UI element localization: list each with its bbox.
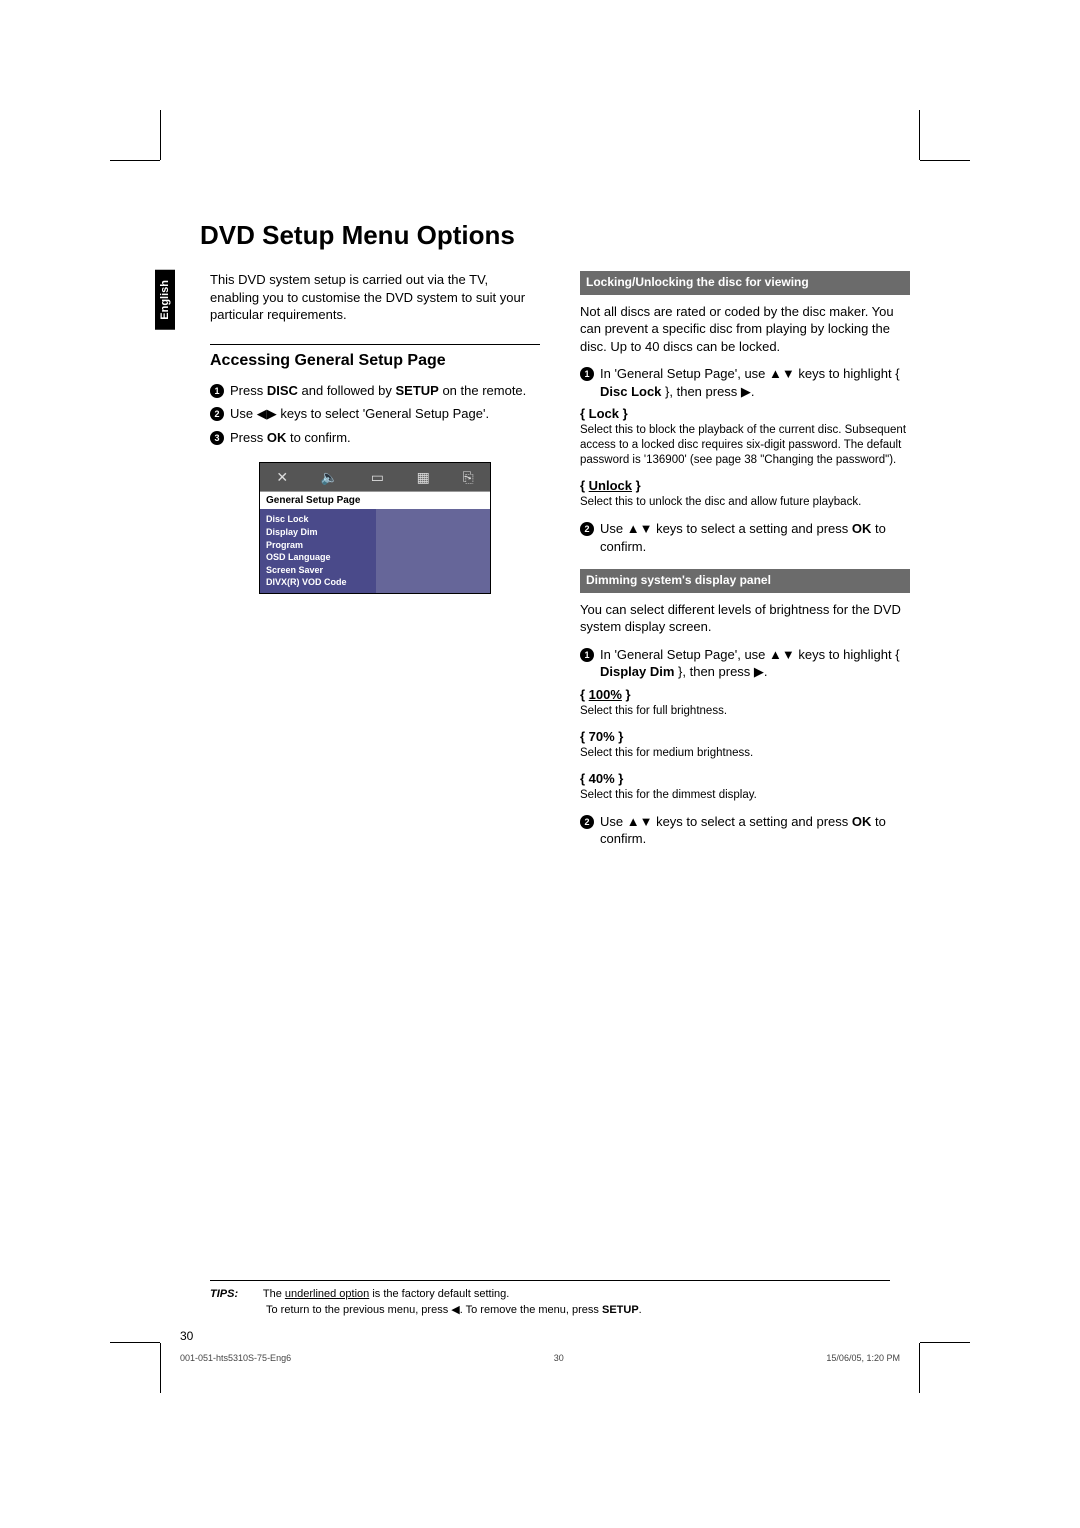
option-70-desc: Select this for medium brightness.	[580, 746, 910, 761]
video-icon: ▭	[371, 469, 384, 486]
menu-item: Program	[266, 539, 370, 552]
section-heading-general-setup: Accessing General Setup Page	[210, 351, 540, 370]
tips-label: TIPS:	[210, 1287, 260, 1302]
step-2: 2 Use ◀▶ keys to select 'General Setup P…	[210, 405, 540, 423]
menu-header: General Setup Page	[260, 492, 490, 509]
speaker-icon: 🔈	[321, 469, 338, 486]
page-number: 30	[180, 1329, 193, 1343]
step-number-icon: 1	[580, 648, 594, 662]
menu-screenshot: ✕ 🔈 ▭ ▦ ⎘ General Setup Page Disc Lock D…	[259, 462, 491, 594]
tips-line-1: The underlined option is the factory def…	[263, 1288, 509, 1300]
crop-mark	[160, 1343, 161, 1393]
option-70-label: { 70% }	[580, 729, 910, 744]
step-text: Use ▲▼ keys to select a setting and pres…	[600, 520, 910, 555]
exit-icon: ⎘	[462, 469, 473, 486]
crop-mark	[920, 1342, 970, 1343]
step-text: In 'General Setup Page', use ▲▼ keys to …	[600, 365, 910, 400]
section-paragraph: You can select different levels of brigh…	[580, 601, 910, 636]
step-text: In 'General Setup Page', use ▲▼ keys to …	[600, 646, 910, 681]
menu-right-panel	[376, 509, 491, 593]
footer-timestamp: 15/06/05, 1:20 PM	[826, 1353, 900, 1363]
option-lock-desc: Select this to block the playback of the…	[580, 423, 910, 468]
step-number-icon: 1	[210, 384, 224, 398]
option-unlock-desc: Select this to unlock the disc and allow…	[580, 495, 910, 510]
menu-item: Screen Saver	[266, 564, 370, 577]
option-40-desc: Select this for the dimmest display.	[580, 788, 910, 803]
right-column: Locking/Unlocking the disc for viewing N…	[580, 271, 910, 854]
tips-line-2: To return to the previous menu, press ◀.…	[266, 1304, 642, 1316]
left-column: This DVD system setup is carried out via…	[210, 271, 540, 854]
tools-icon: ✕	[276, 469, 288, 486]
step-number-icon: 2	[580, 815, 594, 829]
step-1: 1 Press DISC and followed by SETUP on th…	[210, 382, 540, 400]
menu-item-list: Disc Lock Display Dim Program OSD Langua…	[260, 509, 376, 593]
menu-icon-row: ✕ 🔈 ▭ ▦ ⎘	[260, 463, 490, 492]
option-lock-label: { Lock }	[580, 406, 910, 421]
step-text: Press DISC and followed by SETUP on the …	[230, 382, 540, 400]
section-bar-dimming: Dimming system's display panel	[580, 569, 910, 593]
section-paragraph: Not all discs are rated or coded by the …	[580, 303, 910, 356]
footer: 001-051-hts5310S-75-Eng6 30 15/06/05, 1:…	[180, 1353, 900, 1363]
option-unlock-label: { Unlock }	[580, 478, 910, 493]
menu-item: DIVX(R) VOD Code	[266, 576, 370, 589]
intro-text: This DVD system setup is carried out via…	[210, 271, 540, 324]
step-text: Use ◀▶ keys to select 'General Setup Pag…	[230, 405, 540, 423]
footer-filename: 001-051-hts5310S-75-Eng6	[180, 1353, 291, 1363]
grid-icon: ▦	[417, 469, 430, 486]
step-1: 1 In 'General Setup Page', use ▲▼ keys t…	[580, 365, 910, 400]
menu-item: Display Dim	[266, 526, 370, 539]
crop-mark	[919, 1343, 920, 1393]
step-text: Use ▲▼ keys to select a setting and pres…	[600, 813, 910, 848]
step-number-icon: 3	[210, 431, 224, 445]
page-title: DVD Setup Menu Options	[200, 220, 970, 251]
option-100-label: { 100% }	[580, 687, 910, 702]
tips-block: TIPS: The underlined option is the facto…	[210, 1280, 890, 1318]
separator	[210, 344, 540, 345]
step-number-icon: 2	[210, 407, 224, 421]
step-number-icon: 1	[580, 367, 594, 381]
step-2: 2 Use ▲▼ keys to select a setting and pr…	[580, 520, 910, 555]
option-40-label: { 40% }	[580, 771, 910, 786]
menu-item: Disc Lock	[266, 513, 370, 526]
language-tab: English	[155, 270, 175, 330]
option-100-desc: Select this for full brightness.	[580, 704, 910, 719]
step-number-icon: 2	[580, 522, 594, 536]
section-bar-locking: Locking/Unlocking the disc for viewing	[580, 271, 910, 295]
step-3: 3 Press OK to confirm.	[210, 429, 540, 447]
crop-mark	[110, 1342, 160, 1343]
menu-item: OSD Language	[266, 551, 370, 564]
step-text: Press OK to confirm.	[230, 429, 540, 447]
footer-page: 30	[554, 1353, 564, 1363]
step-2: 2 Use ▲▼ keys to select a setting and pr…	[580, 813, 910, 848]
step-1: 1 In 'General Setup Page', use ▲▼ keys t…	[580, 646, 910, 681]
